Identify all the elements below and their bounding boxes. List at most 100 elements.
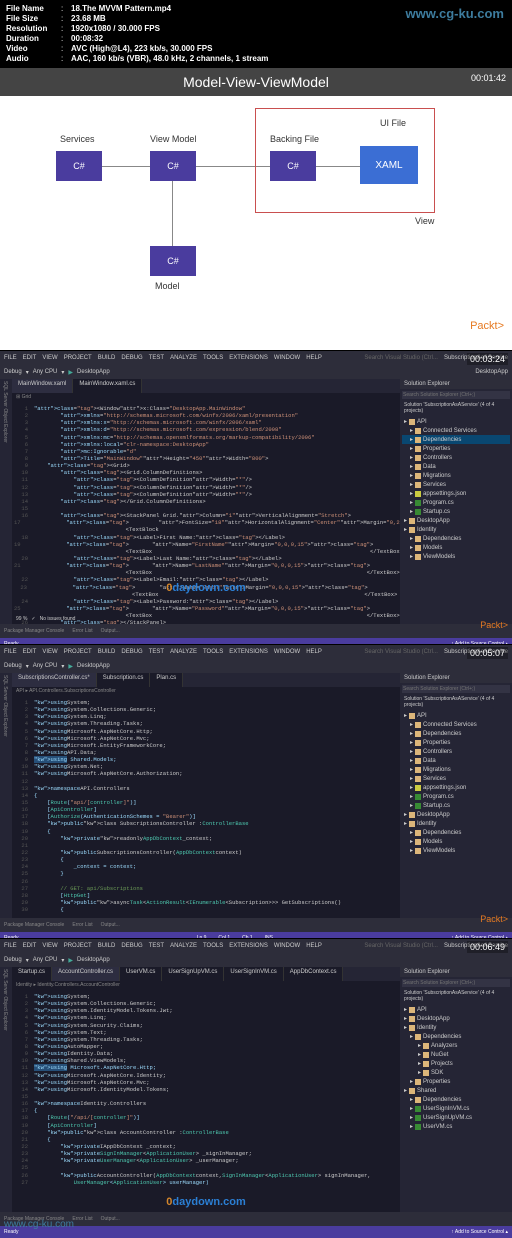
- bottom-tabs[interactable]: Package Manager Console Error List Output.…: [0, 624, 512, 638]
- bottom-tab[interactable]: Error List: [72, 922, 92, 928]
- tree-item[interactable]: ▸ NuGet: [402, 1050, 510, 1059]
- tree-item[interactable]: ▸ Shared: [402, 1086, 510, 1095]
- code-editor[interactable]: Startup.csAccountController.csUserVM.csU…: [12, 967, 400, 1212]
- menu-item[interactable]: ANALYZE: [170, 943, 197, 949]
- menu-bar[interactable]: FILEEDITVIEWPROJECTBUILDDEBUGTESTANALYZE…: [0, 645, 512, 659]
- tree-item[interactable]: ▸ API: [402, 1005, 510, 1014]
- tree-item[interactable]: ▸ Dependencies: [402, 828, 510, 837]
- tree-item[interactable]: ▸ Services: [402, 480, 510, 489]
- solution-root[interactable]: Solution 'SubscriptionAsAService' (4 of …: [400, 695, 512, 709]
- menu-item[interactable]: ANALYZE: [170, 355, 197, 361]
- editor-tab[interactable]: Plan.cs: [150, 673, 183, 687]
- menu-item[interactable]: FILE: [4, 355, 17, 361]
- solution-root[interactable]: Solution 'SubscriptionAsAService' (4 of …: [400, 989, 512, 1003]
- menu-item[interactable]: TOOLS: [203, 355, 223, 361]
- menu-item[interactable]: DEBUG: [121, 649, 142, 655]
- tree-item[interactable]: ▸ Controllers: [402, 747, 510, 756]
- tree-item[interactable]: ▸ Migrations: [402, 471, 510, 480]
- tree-item[interactable]: ▸ Projects: [402, 1059, 510, 1068]
- tree-item[interactable]: ▸ SDK: [402, 1068, 510, 1077]
- tree-item[interactable]: ▸ Dependencies: [402, 534, 510, 543]
- bottom-tab[interactable]: Output...: [101, 628, 120, 634]
- tree-item[interactable]: ▸ Properties: [402, 738, 510, 747]
- menu-item[interactable]: PROJECT: [64, 943, 92, 949]
- toolbar[interactable]: Debug▾ Any CPU▾ ▶DesktopApp: [0, 953, 512, 967]
- tree-item[interactable]: ▸ API: [402, 417, 510, 426]
- code-area[interactable]: 1"kw">using System;2"kw">using System.Co…: [12, 991, 400, 1188]
- menu-item[interactable]: HELP: [306, 943, 322, 949]
- solution-explorer[interactable]: Solution Explorer Solution 'Subscription…: [400, 673, 512, 918]
- tree-item[interactable]: ▸ Identity: [402, 1023, 510, 1032]
- menu-item[interactable]: DEBUG: [121, 355, 142, 361]
- tree-item[interactable]: ▸ Services: [402, 774, 510, 783]
- bottom-tab[interactable]: Output...: [101, 1216, 120, 1222]
- menu-item[interactable]: EDIT: [23, 355, 37, 361]
- tree-item[interactable]: ▸ Data: [402, 756, 510, 765]
- bottom-tab[interactable]: Package Manager Console: [4, 922, 64, 928]
- toolbar[interactable]: Debug▾ Any CPU▾ ▶DesktopApp DesktopApp: [0, 365, 512, 379]
- breadcrumb[interactable]: ⊞ Grid: [12, 393, 400, 403]
- tree-item[interactable]: ▸ Program.cs: [402, 792, 510, 801]
- editor-tab[interactable]: AccountController.cs: [52, 967, 120, 981]
- bottom-tab[interactable]: Package Manager Console: [4, 628, 64, 634]
- menu-bar[interactable]: FILEEDITVIEWPROJECTBUILDDEBUGTESTANALYZE…: [0, 939, 512, 953]
- editor-tab[interactable]: UserSignInVM.cs: [224, 967, 283, 981]
- menu-item[interactable]: WINDOW: [274, 943, 300, 949]
- menu-item[interactable]: HELP: [306, 355, 322, 361]
- tree-item[interactable]: ▸ ViewModels: [402, 552, 510, 561]
- tree-item[interactable]: ▸ Controllers: [402, 453, 510, 462]
- tree-item[interactable]: ▸ Identity: [402, 819, 510, 828]
- tree-item[interactable]: ▸ Dependencies: [402, 435, 510, 444]
- breadcrumb[interactable]: Identity ▸ Identity.Controllers.AccountC…: [12, 981, 400, 991]
- sql-explorer-tab[interactable]: SQL Server Object Explorer: [0, 673, 12, 918]
- tree-item[interactable]: ▸ ViewModels: [402, 846, 510, 855]
- menu-item[interactable]: BUILD: [98, 355, 116, 361]
- tree-item[interactable]: ▸ Identity: [402, 525, 510, 534]
- menu-item[interactable]: HELP: [306, 649, 322, 655]
- breadcrumb[interactable]: API ▸ API.Controllers.SubscriptionsContr…: [12, 687, 400, 697]
- menu-item[interactable]: DEBUG: [121, 943, 142, 949]
- tree-item[interactable]: ▸ appsettings.json: [402, 489, 510, 498]
- menu-item[interactable]: TEST: [149, 649, 164, 655]
- menu-item[interactable]: FILE: [4, 943, 17, 949]
- tree-item[interactable]: ▸ DesktopApp: [402, 810, 510, 819]
- tree-item[interactable]: ▸ Connected Services: [402, 426, 510, 435]
- menu-item[interactable]: EXTENSIONS: [229, 355, 268, 361]
- explorer-search[interactable]: [402, 685, 510, 693]
- tree-item[interactable]: ▸ Program.cs: [402, 498, 510, 507]
- solution-explorer[interactable]: Solution Explorer Solution 'Subscription…: [400, 967, 512, 1212]
- editor-tab[interactable]: SubscriptionsController.cs*: [12, 673, 97, 687]
- editor-tab[interactable]: Startup.cs: [12, 967, 52, 981]
- menu-item[interactable]: TEST: [149, 355, 164, 361]
- bottom-tab[interactable]: Error List: [72, 1216, 92, 1222]
- menu-item[interactable]: BUILD: [98, 943, 116, 949]
- editor-tab[interactable]: AppDbContext.cs: [284, 967, 344, 981]
- tree-item[interactable]: ▸ DesktopApp: [402, 516, 510, 525]
- code-editor[interactable]: SubscriptionsController.cs*Subscription.…: [12, 673, 400, 918]
- bottom-tabs[interactable]: Package Manager ConsoleError ListOutput.…: [0, 1212, 512, 1226]
- editor-tab[interactable]: Subscription.cs: [97, 673, 151, 687]
- menu-item[interactable]: EXTENSIONS: [229, 649, 268, 655]
- editor-tab[interactable]: MainWindow.xaml.cs: [73, 379, 142, 393]
- menu-bar[interactable]: FILEEDITVIEWPROJECTBUILDDEBUGTESTANALYZE…: [0, 351, 512, 365]
- menu-item[interactable]: EXTENSIONS: [229, 943, 268, 949]
- tree-item[interactable]: ▸ Models: [402, 543, 510, 552]
- menu-item[interactable]: TOOLS: [203, 649, 223, 655]
- bottom-tab[interactable]: Error List: [72, 628, 92, 634]
- menu-item[interactable]: VIEW: [42, 943, 57, 949]
- menu-item[interactable]: BUILD: [98, 649, 116, 655]
- tree-item[interactable]: ▸ Properties: [402, 1077, 510, 1086]
- tree-item[interactable]: ▸ UserVM.cs: [402, 1122, 510, 1131]
- tree-item[interactable]: ▸ Dependencies: [402, 1032, 510, 1041]
- tree-item[interactable]: ▸ UserSignUpVM.cs: [402, 1113, 510, 1122]
- tree-item[interactable]: ▸ API: [402, 711, 510, 720]
- toolbar[interactable]: Debug▾ Any CPU▾ ▶DesktopApp: [0, 659, 512, 673]
- editor-tabs[interactable]: SubscriptionsController.cs*Subscription.…: [12, 673, 400, 687]
- bottom-tabs[interactable]: Package Manager ConsoleError ListOutput.…: [0, 918, 512, 932]
- menu-item[interactable]: TOOLS: [203, 943, 223, 949]
- tree-item[interactable]: ▸ Models: [402, 837, 510, 846]
- solution-root[interactable]: Solution 'SubscriptionAsAService' (4 of …: [400, 401, 512, 415]
- menu-item[interactable]: EDIT: [23, 943, 37, 949]
- tree-item[interactable]: ▸ appsettings.json: [402, 783, 510, 792]
- editor-tab[interactable]: UserSignUpVM.cs: [162, 967, 224, 981]
